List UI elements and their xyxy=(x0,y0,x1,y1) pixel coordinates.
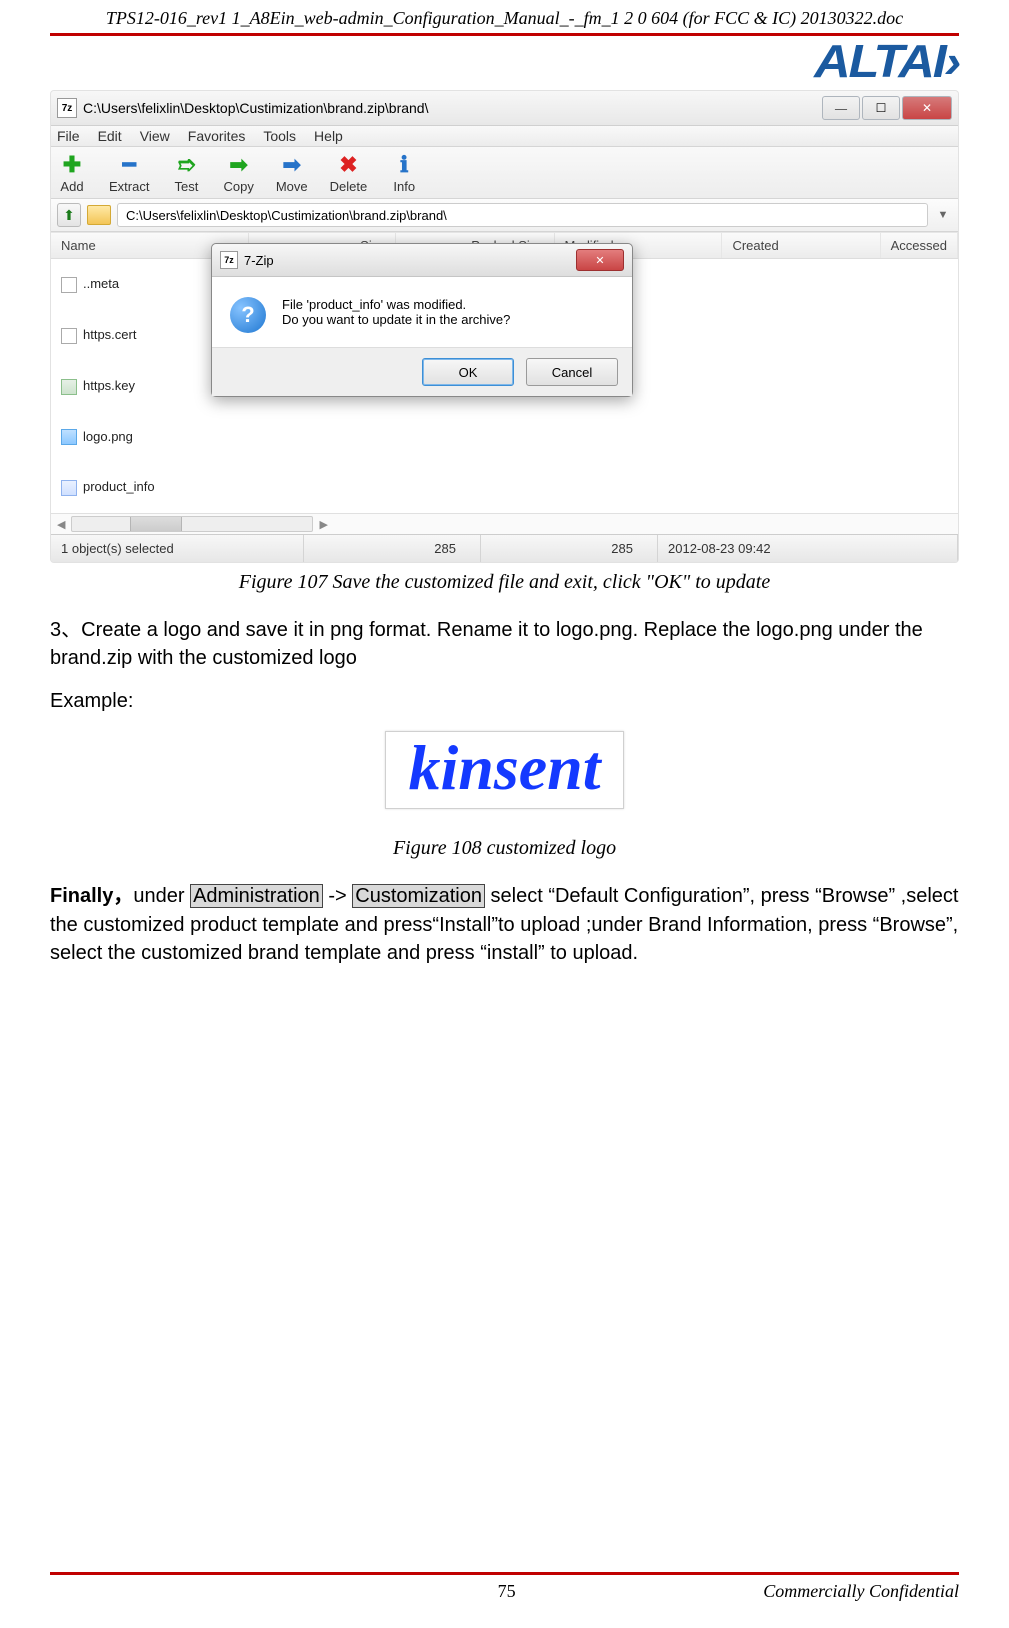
window-title: C:\Users\felixlin\Desktop\Custimization\… xyxy=(83,100,814,116)
maximize-button[interactable]: ☐ xyxy=(862,96,900,120)
cross-icon: ✖ xyxy=(333,153,363,177)
sevenzip-window: 7z C:\Users\felixlin\Desktop\Custimizati… xyxy=(50,90,959,563)
scroll-track[interactable] xyxy=(71,516,313,532)
key-icon xyxy=(61,379,77,395)
add-label: Add xyxy=(60,179,83,194)
address-row: ⬆ C:\Users\felixlin\Desktop\Custimizatio… xyxy=(51,199,958,232)
confirm-dialog: 7z 7-Zip ✕ ? File 'product_info' was mod… xyxy=(211,243,633,397)
move-button[interactable]: ➡ Move xyxy=(276,153,308,194)
footer-spacer xyxy=(50,1581,250,1602)
document-header-title: TPS12-016_rev1 1_A8Ein_web-admin_Configu… xyxy=(50,8,959,29)
menu-favorites[interactable]: Favorites xyxy=(188,128,246,144)
file-name: https.key xyxy=(83,378,135,393)
sevenzip-icon: 7z xyxy=(220,251,238,269)
menu-view[interactable]: View xyxy=(140,128,170,144)
cancel-button[interactable]: Cancel xyxy=(526,358,618,386)
file-row[interactable]: product_info xyxy=(51,462,958,513)
file-name: https.cert xyxy=(83,327,136,342)
menu-tools[interactable]: Tools xyxy=(263,128,296,144)
file-list: Name Size Packed Size Modified Created A… xyxy=(51,232,958,513)
window-titlebar: 7z C:\Users\felixlin\Desktop\Custimizati… xyxy=(51,91,958,126)
page-number: 75 xyxy=(250,1581,763,1602)
footer-rule xyxy=(50,1572,959,1575)
extract-button[interactable]: ━ Extract xyxy=(109,153,149,194)
test-label: Test xyxy=(175,179,199,194)
finally-under: under xyxy=(133,885,190,907)
page-footer: 75 Commercially Confidential xyxy=(50,1572,959,1602)
menu-edit[interactable]: Edit xyxy=(98,128,122,144)
file-icon xyxy=(61,328,77,344)
status-date: 2012-08-23 09:42 xyxy=(658,535,958,562)
menu-help[interactable]: Help xyxy=(314,128,343,144)
figure-107-caption: Figure 107 Save the customized file and … xyxy=(50,571,959,594)
question-icon: ? xyxy=(230,297,266,333)
copy-label: Copy xyxy=(223,179,253,194)
move-label: Move xyxy=(276,179,308,194)
arrow-right-blue-icon: ➡ xyxy=(277,153,307,177)
close-button[interactable]: ✕ xyxy=(902,96,952,120)
dialog-message: File 'product_info' was modified. Do you… xyxy=(282,297,510,327)
arrow-text: -> xyxy=(323,885,352,907)
paragraph-finally: Finally，under Administration -> Customiz… xyxy=(50,882,959,967)
dialog-close-button[interactable]: ✕ xyxy=(576,249,624,271)
scroll-left-icon[interactable]: ◀ xyxy=(57,518,65,531)
file-row[interactable]: logo.png xyxy=(51,412,958,463)
document-icon xyxy=(61,480,77,496)
info-icon: ℹ xyxy=(389,153,419,177)
administration-link: Administration xyxy=(190,884,323,908)
minus-icon: ━ xyxy=(114,153,144,177)
horizontal-scrollbar[interactable]: ◀ ▶ xyxy=(51,513,958,534)
statusbar: 1 object(s) selected 285 285 2012-08-23 … xyxy=(51,534,958,562)
file-icon xyxy=(61,277,77,293)
delete-button[interactable]: ✖ Delete xyxy=(330,153,368,194)
delete-label: Delete xyxy=(330,179,368,194)
plus-icon: ✚ xyxy=(57,153,87,177)
dialog-line1: File 'product_info' was modified. xyxy=(282,297,510,312)
scroll-right-icon[interactable]: ▶ xyxy=(319,518,327,531)
dialog-line2: Do you want to update it in the archive? xyxy=(282,312,510,327)
arrow-right-icon: ➡ xyxy=(224,153,254,177)
paragraph-step3: 3、Create a logo and save it in png forma… xyxy=(50,616,959,673)
ok-button[interactable]: OK xyxy=(422,358,514,386)
add-button[interactable]: ✚ Add xyxy=(57,153,87,194)
extract-label: Extract xyxy=(109,179,149,194)
menu-file[interactable]: File xyxy=(57,128,80,144)
kinsent-logo: kinsent xyxy=(385,731,623,809)
paragraph-example: Example: xyxy=(50,687,959,715)
finally-bold: Finally， xyxy=(50,885,133,907)
image-icon xyxy=(61,429,77,445)
copy-button[interactable]: ➡ Copy xyxy=(223,153,253,194)
info-button[interactable]: ℹ Info xyxy=(389,153,419,194)
toolbar: ✚Add ━Extract ➱Test ➡Copy ➡Move ✖Delete … xyxy=(51,147,958,199)
status-size: 285 xyxy=(304,535,481,562)
col-created[interactable]: Created xyxy=(722,233,880,259)
sevenzip-icon: 7z xyxy=(57,98,77,118)
test-button[interactable]: ➱ Test xyxy=(171,153,201,194)
file-name: ..meta xyxy=(83,276,119,291)
status-selection: 1 object(s) selected xyxy=(51,535,304,562)
customization-link: Customization xyxy=(352,884,485,908)
address-text: C:\Users\felixlin\Desktop\Custimization\… xyxy=(126,208,447,223)
status-packed: 285 xyxy=(481,535,658,562)
col-accessed[interactable]: Accessed xyxy=(880,233,957,259)
address-dropdown[interactable]: ▼ xyxy=(934,209,952,221)
altai-logo: ALTAI› xyxy=(814,38,966,84)
file-name: logo.png xyxy=(83,429,133,444)
scroll-thumb[interactable] xyxy=(130,517,182,531)
up-button[interactable]: ⬆ xyxy=(57,203,81,227)
address-field[interactable]: C:\Users\felixlin\Desktop\Custimization\… xyxy=(117,203,928,227)
figure-108-caption: Figure 108 customized logo xyxy=(50,837,959,860)
file-name: product_info xyxy=(83,479,155,494)
confidential-label: Commercially Confidential xyxy=(763,1581,959,1602)
arrow-right-outline-icon: ➱ xyxy=(171,153,201,177)
dialog-title-text: 7-Zip xyxy=(244,253,570,268)
menubar: File Edit View Favorites Tools Help xyxy=(51,126,958,147)
minimize-button[interactable]: — xyxy=(822,96,860,120)
info-label: Info xyxy=(393,179,415,194)
folder-icon xyxy=(87,205,111,225)
